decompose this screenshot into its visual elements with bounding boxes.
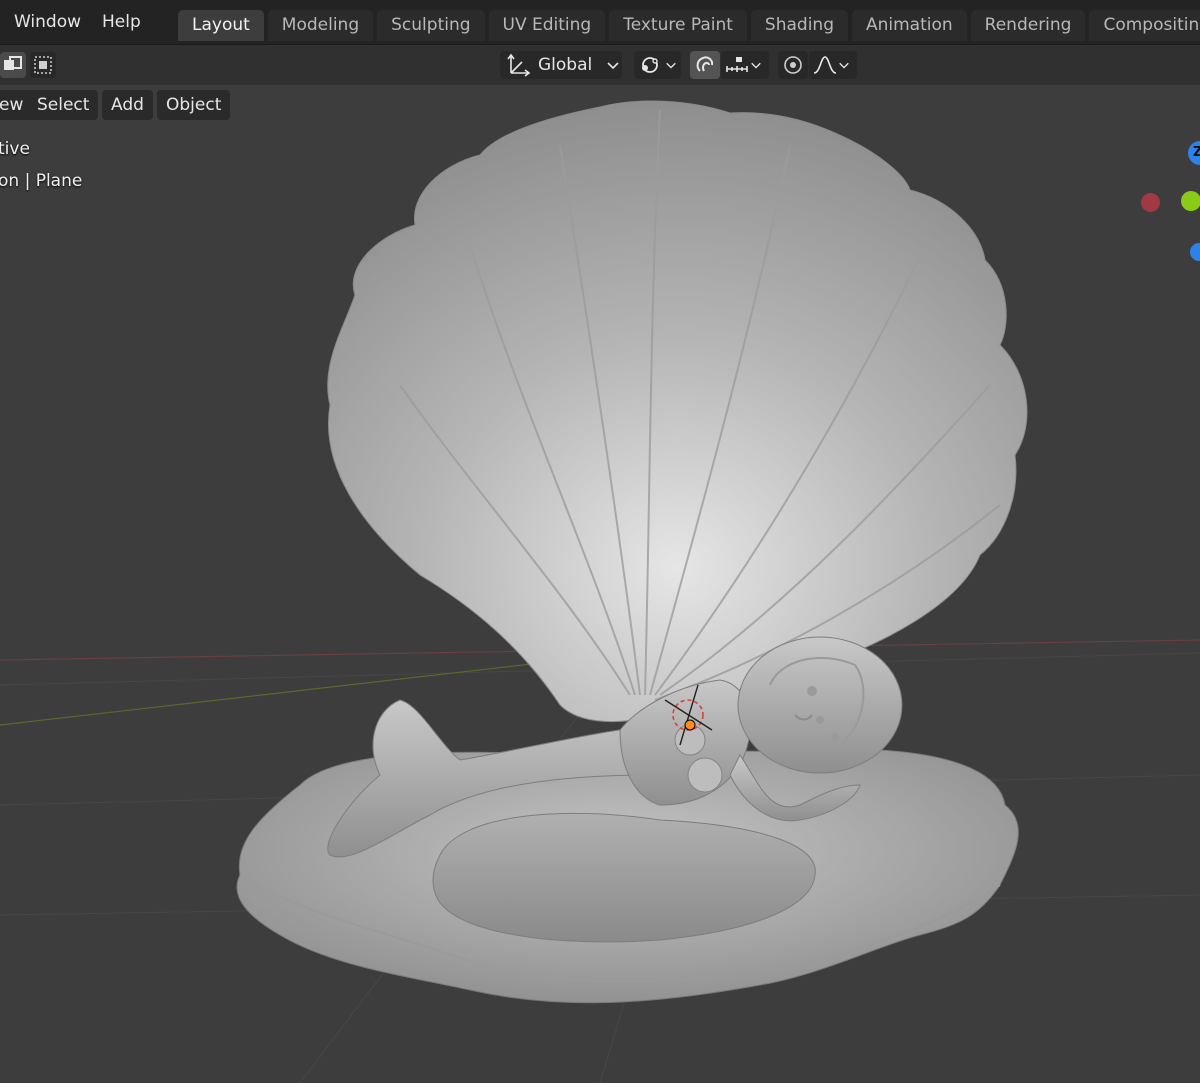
menu-window[interactable]: Window	[4, 0, 91, 44]
object-origin-dot	[684, 719, 696, 731]
transform-orientation-dropdown[interactable]: Global	[500, 51, 622, 79]
select-mode-subtract-button[interactable]	[30, 52, 56, 78]
menu-select[interactable]: Select	[28, 90, 99, 120]
tab-animation[interactable]: Animation	[851, 10, 967, 41]
tab-sculpting[interactable]: Sculpting	[377, 10, 485, 41]
gizmo-y-axis[interactable]	[1181, 191, 1200, 211]
top-bar: Window Help Layout Modeling Sculpting UV…	[0, 0, 1200, 45]
chevron-down-icon	[666, 62, 676, 69]
falloff-dropdown[interactable]	[809, 51, 857, 79]
chevron-down-icon	[607, 62, 619, 70]
workspace-tabs: Layout Modeling Sculpting UV Editing Tex…	[178, 10, 1200, 42]
tab-rendering[interactable]: Rendering	[970, 10, 1086, 41]
proportional-edit-icon	[784, 56, 802, 74]
collection-object-label: on | Plane	[0, 171, 83, 191]
viewport-header: Global	[0, 45, 1200, 85]
falloff-curve-icon	[813, 56, 837, 74]
menu-add[interactable]: Add	[102, 90, 153, 120]
snap-toggle-button[interactable]	[690, 51, 720, 79]
fan-shell	[327, 100, 1028, 722]
transform-orientation-value: Global	[538, 55, 593, 75]
tab-layout[interactable]: Layout	[178, 10, 264, 41]
orientation-axes-icon	[507, 53, 531, 77]
viewport-canvas[interactable]	[0, 85, 1200, 1083]
y-axis-line	[0, 662, 541, 726]
tab-compositing[interactable]: Compositing	[1089, 10, 1200, 41]
view-mode-label: tive	[0, 139, 30, 159]
select-mode-icon	[4, 56, 22, 70]
snap-target-dropdown[interactable]	[721, 51, 769, 79]
snap-increment-icon	[726, 57, 748, 72]
chevron-down-icon	[751, 62, 761, 69]
select-mode-extend-button[interactable]	[0, 52, 26, 78]
tab-texture-paint[interactable]: Texture Paint	[609, 10, 747, 41]
chevron-down-icon	[839, 62, 849, 69]
proportional-edit-button[interactable]	[778, 51, 808, 79]
tab-shading[interactable]: Shading	[750, 10, 848, 41]
snap-magnet-icon	[696, 56, 714, 72]
pivot-point-icon	[642, 57, 658, 73]
tab-modeling[interactable]: Modeling	[267, 10, 374, 41]
menu-object[interactable]: Object	[157, 90, 231, 120]
tab-uv-editing[interactable]: UV Editing	[488, 10, 606, 41]
menu-help[interactable]: Help	[92, 0, 151, 44]
pivot-point-dropdown[interactable]	[634, 51, 681, 79]
gizmo-neg-x-axis[interactable]	[1141, 193, 1160, 212]
select-subtract-icon	[34, 56, 52, 74]
